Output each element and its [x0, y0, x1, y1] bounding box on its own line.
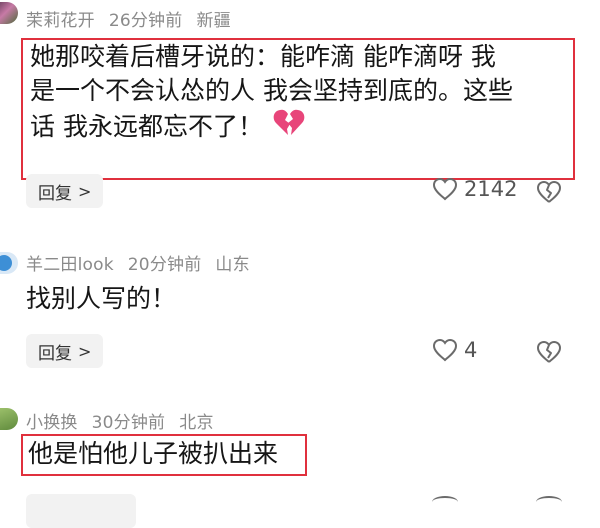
username[interactable]: 羊二田look — [26, 255, 114, 275]
comment-meta: 茉莉花开 26分钟前 新疆 — [26, 6, 231, 31]
comment-1: 茉莉花开 26分钟前 新疆 她那咬着后槽牙说的：能咋滴 能咋滴呀 我 是一个不会认怂… — [0, 0, 600, 230]
reply-button[interactable]: 回复 > — [26, 334, 104, 368]
location: 新疆 — [196, 11, 231, 31]
comment-3: 小换换 30分钟前 北京 他是怕他儿子被扒出来 — [0, 390, 600, 528]
broken-heart-outline-icon — [537, 341, 561, 363]
reply-label: 回复 — [38, 183, 72, 204]
chevron-right-icon: > — [78, 181, 92, 201]
chevron-right-icon: > — [78, 341, 92, 361]
comment-meta: 小换换 30分钟前 北京 — [26, 408, 214, 433]
timestamp: 20分钟前 — [127, 255, 202, 275]
dislike-button-partial[interactable] — [536, 496, 562, 508]
broken-heart-outline-icon — [537, 181, 561, 203]
comment-line-text: 话 我永远都忘不了！ — [30, 111, 263, 141]
comment-line: 是一个不会认怂的人 我会坚持到底的。这些 — [30, 76, 513, 105]
location: 山东 — [215, 255, 250, 275]
avatar[interactable] — [0, 252, 18, 274]
comment-text: 他是怕他儿子被扒出来 — [28, 437, 278, 471]
comment-line: 找别人写的！ — [26, 284, 177, 313]
broken-heart-icon — [273, 108, 305, 145]
username[interactable]: 茉莉花开 — [26, 11, 95, 31]
heart-outline-icon — [432, 177, 458, 201]
comment-meta: 羊二田look 20分钟前 山东 — [26, 250, 250, 275]
comment-text: 找别人写的！ — [26, 282, 176, 316]
comment-line: 他是怕他儿子被扒出来 — [28, 439, 279, 468]
like-button[interactable]: 2142 — [432, 177, 517, 201]
reply-label: 回复 — [38, 343, 72, 364]
comment-2: 羊二田look 20分钟前 山东 找别人写的！ 回复 > 4 — [0, 230, 600, 390]
heart-outline-icon — [432, 338, 458, 362]
reply-button[interactable]: 回复 > — [26, 174, 104, 208]
dislike-button[interactable] — [536, 180, 562, 208]
comment-line: 她那咬着后槽牙说的：能咋滴 能咋滴呀 我 — [30, 42, 496, 71]
like-count: 2142 — [464, 177, 518, 201]
like-button-partial[interactable] — [432, 496, 458, 508]
avatar[interactable] — [0, 408, 18, 430]
like-count: 4 — [464, 338, 478, 362]
location: 北京 — [179, 413, 214, 433]
dislike-button[interactable] — [536, 340, 562, 368]
comment-text: 她那咬着后槽牙说的：能咋滴 能咋滴呀 我 是一个不会认怂的人 我会坚持到底的。这… — [30, 40, 570, 145]
reply-button-partial[interactable] — [26, 494, 136, 528]
timestamp: 26分钟前 — [108, 11, 183, 31]
username[interactable]: 小换换 — [26, 413, 78, 433]
timestamp: 30分钟前 — [91, 413, 166, 433]
comment-line: 话 我永远都忘不了！ — [30, 108, 570, 145]
like-button[interactable]: 4 — [432, 338, 477, 362]
avatar[interactable] — [0, 2, 18, 24]
